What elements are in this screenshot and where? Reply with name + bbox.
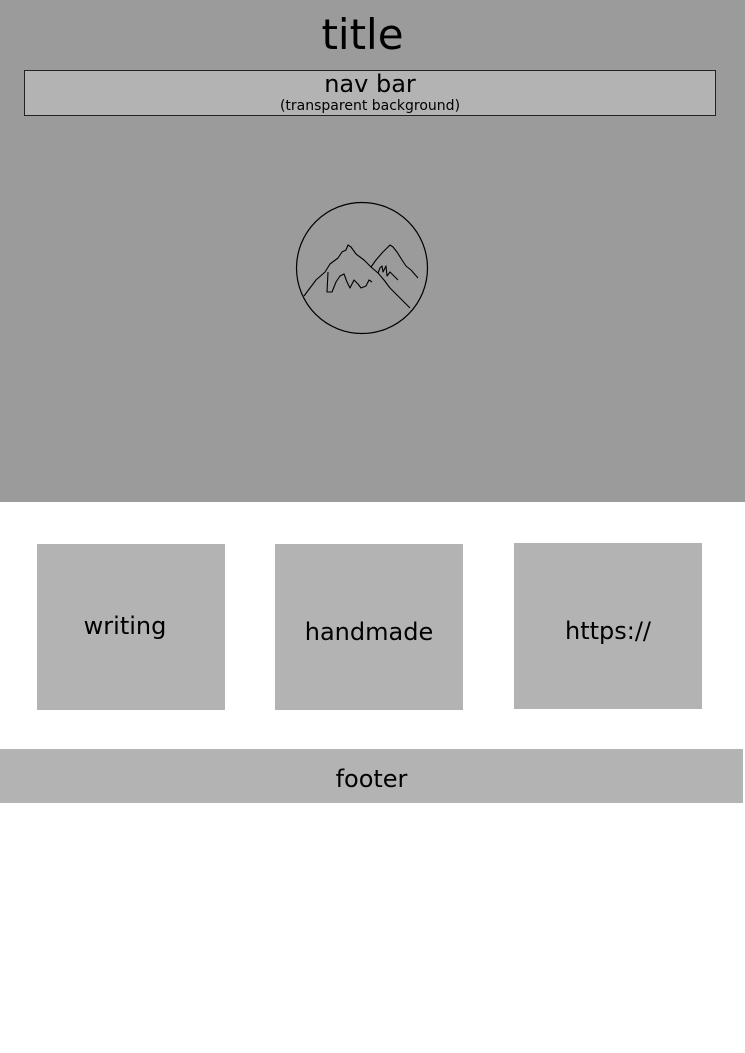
footer-label: footer [335, 765, 408, 793]
hero-section: title nav bar (transparent background) [0, 0, 745, 502]
nav-bar-label: nav bar [324, 70, 416, 98]
page: title nav bar (transparent background) w… [0, 0, 745, 1053]
mountain-icon [295, 201, 429, 335]
card-handmade-label: handmade [304, 618, 434, 646]
card-writing-label: writing [83, 612, 167, 640]
card-links[interactable]: https:// [514, 543, 702, 709]
card-writing[interactable]: writing [37, 544, 225, 710]
nav-bar[interactable]: nav bar (transparent background) [24, 70, 716, 116]
page-title: title [321, 10, 404, 59]
nav-bar-note: (transparent background) [279, 98, 461, 114]
footer: footer [0, 749, 743, 803]
card-handmade[interactable]: handmade [275, 544, 463, 710]
card-links-label: https:// [564, 617, 652, 645]
